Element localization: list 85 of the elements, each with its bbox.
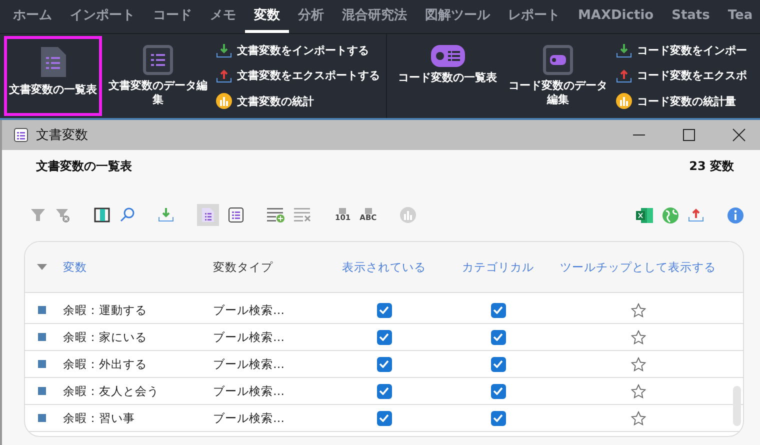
- row-marker-icon: [38, 387, 46, 395]
- star-icon[interactable]: [630, 410, 646, 426]
- table-cell-text: 余暇：友人と会う: [62, 384, 160, 398]
- document-list-icon[interactable]: [197, 204, 219, 226]
- menu-tab[interactable]: Stats: [662, 0, 719, 33]
- ribbon-button[interactable]: コード変数の一覧表: [393, 36, 502, 116]
- menu-tab[interactable]: メモ: [201, 0, 245, 33]
- menu-tab[interactable]: MAXDictio: [569, 0, 663, 33]
- variable-count: 23 変数: [689, 158, 734, 175]
- checkbox[interactable]: [376, 356, 392, 372]
- ribbon-button[interactable]: コード変数のデータ編集: [502, 36, 614, 116]
- tag-icon: [430, 45, 464, 67]
- menu-tab[interactable]: コード: [144, 0, 201, 33]
- menu-tab[interactable]: ホーム: [4, 0, 61, 33]
- export-icon[interactable]: [688, 207, 704, 223]
- checkbox[interactable]: [490, 410, 506, 426]
- star-icon[interactable]: [630, 302, 646, 318]
- ribbon-button[interactable]: 文書変数をインポートする: [214, 42, 382, 59]
- list-window-icon[interactable]: [228, 207, 244, 223]
- menu-tab[interactable]: インポート: [61, 0, 144, 33]
- import-icon[interactable]: [158, 207, 174, 223]
- stats-icon: [216, 93, 232, 110]
- table-cell-text: 余暇：習い事: [62, 410, 136, 426]
- menu-tab[interactable]: 図解ツール: [416, 0, 499, 33]
- search-icon[interactable]: [119, 207, 135, 223]
- checkbox[interactable]: [376, 302, 392, 318]
- ribbon-button[interactable]: 文書変数のデータ編集: [102, 36, 214, 116]
- table-cell-text: 余暇：運動する: [62, 302, 148, 318]
- export-icon: [616, 68, 632, 84]
- import-icon: [216, 42, 232, 59]
- info-icon[interactable]: [727, 206, 744, 224]
- table-cell-text: ブール検索…: [213, 384, 286, 398]
- spreadsheet-icon[interactable]: [636, 206, 653, 224]
- ribbon-button[interactable]: 文書変数の統計: [214, 93, 382, 110]
- add-row-icon[interactable]: [267, 207, 285, 223]
- clear-filter-icon[interactable]: [55, 207, 71, 223]
- ribbon-button[interactable]: コード変数をインポー: [614, 42, 749, 59]
- star-icon[interactable]: [630, 384, 646, 398]
- tag-window-icon: [543, 45, 573, 75]
- scrollbar[interactable]: [733, 386, 741, 426]
- column-header[interactable]: カテゴリカル: [443, 260, 553, 274]
- maximize-icon[interactable]: [682, 128, 696, 142]
- table-cell-text: 余暇：家にいる: [62, 330, 148, 344]
- menu-tab[interactable]: レポート: [499, 0, 569, 33]
- column-header[interactable]: ツールチップとして表示する: [553, 260, 723, 274]
- list-window-icon: [143, 45, 173, 75]
- column-header[interactable]: 変数: [55, 260, 213, 274]
- row-marker-icon: [38, 333, 46, 341]
- close-icon[interactable]: [732, 128, 746, 142]
- list-window-icon: [14, 128, 28, 142]
- star-icon[interactable]: [630, 330, 646, 344]
- checkbox[interactable]: [490, 384, 506, 398]
- globe-icon[interactable]: [662, 206, 679, 224]
- checkbox[interactable]: [376, 384, 392, 398]
- ribbon-button[interactable]: コード変数をエクスポ: [614, 68, 749, 84]
- ribbon-button[interactable]: コード変数の統計量: [614, 93, 749, 110]
- document-list-icon: [38, 45, 68, 79]
- menu-tab[interactable]: 混合研究法: [333, 0, 416, 33]
- star-icon[interactable]: [630, 356, 646, 372]
- row-marker-icon: [38, 360, 46, 368]
- table-cell-text: ブール検索…: [213, 330, 286, 344]
- column-header[interactable]: 表示されている: [325, 260, 443, 274]
- checkbox[interactable]: [490, 356, 506, 372]
- window-title: 文書変数: [36, 127, 88, 144]
- table-cell-text: 余暇：外出する: [62, 356, 148, 372]
- checkbox[interactable]: [376, 410, 392, 426]
- delete-row-icon[interactable]: [294, 207, 312, 223]
- table-cell-text: ブール検索…: [213, 302, 286, 318]
- checkbox[interactable]: [376, 330, 392, 344]
- import-icon: [616, 42, 632, 59]
- ribbon-button[interactable]: 文書変数をエクスポートする: [214, 68, 382, 84]
- stats-icon: [616, 93, 632, 110]
- row-marker-icon: [38, 414, 46, 422]
- export-icon: [216, 68, 232, 84]
- checkbox[interactable]: [490, 302, 506, 318]
- columns-icon[interactable]: [94, 207, 110, 223]
- menu-tab[interactable]: 分析: [289, 0, 333, 33]
- menu-tab[interactable]: Tea: [718, 0, 760, 33]
- table-cell-text: ブール検索…: [213, 356, 286, 372]
- column-header[interactable]: 変数タイプ: [213, 260, 325, 274]
- row-marker-icon: [38, 306, 46, 314]
- checkbox[interactable]: [490, 330, 506, 344]
- table-cell-text: ブール検索…: [213, 410, 286, 426]
- table-heading: 文書変数の一覧表: [36, 158, 132, 175]
- ribbon-button[interactable]: 文書変数の一覧表: [4, 36, 102, 116]
